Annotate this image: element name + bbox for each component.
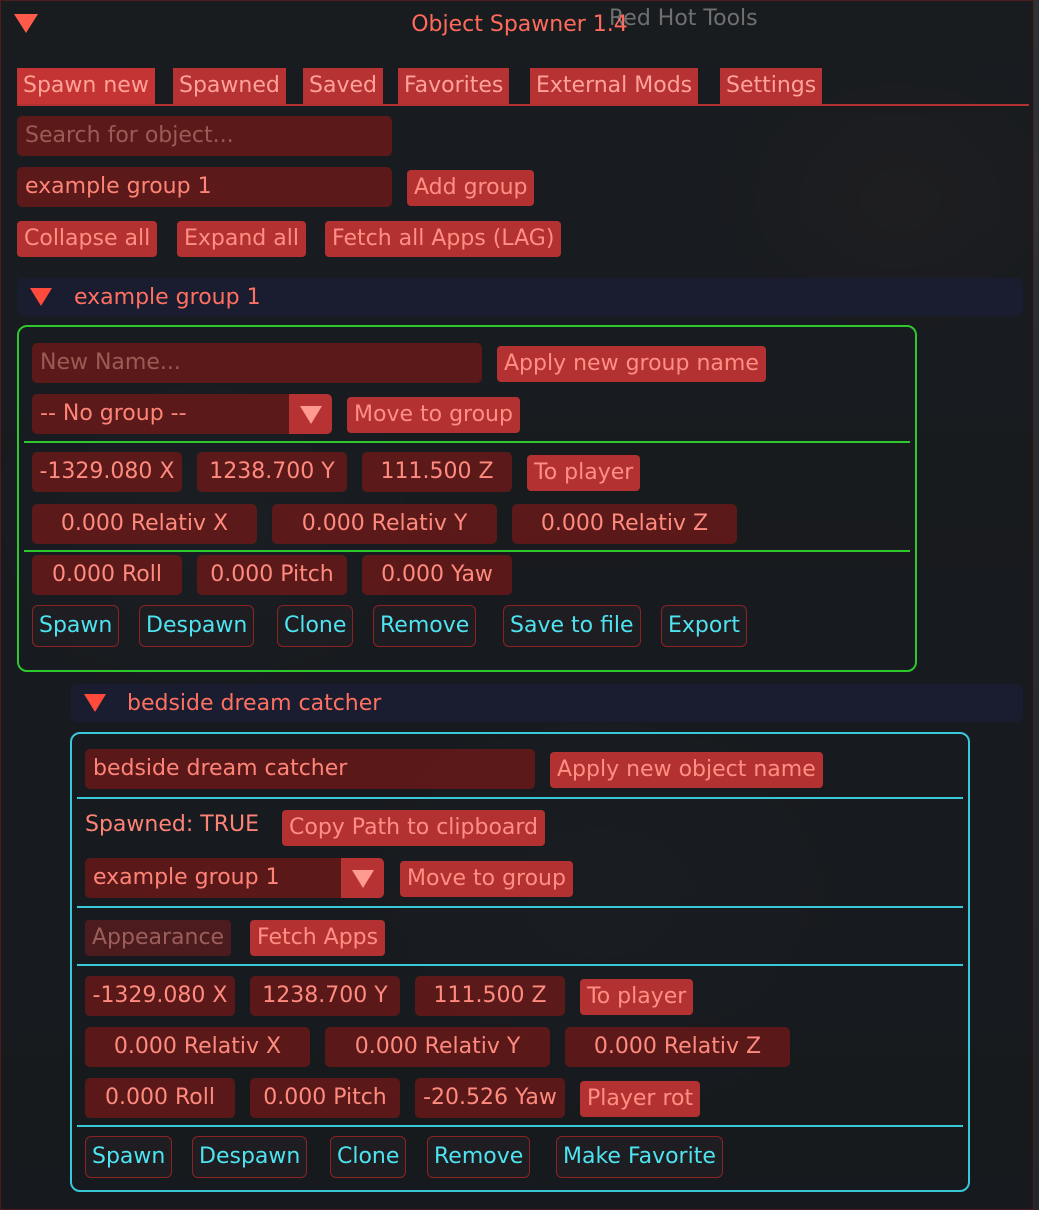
object-name-input[interactable]: bedside dream catcher (85, 749, 535, 789)
group-clone-button[interactable]: Clone (277, 605, 354, 647)
object-header-label: bedside dream catcher (127, 691, 382, 716)
divider (24, 441, 910, 443)
object-to-player-button[interactable]: To player (580, 979, 694, 1015)
fetch-apps-button[interactable]: Fetch Apps (250, 920, 386, 956)
group-collapse-icon[interactable] (30, 288, 52, 306)
group-spawn-button[interactable]: Spawn (32, 605, 120, 647)
apply-group-name-button[interactable]: Apply new group name (497, 346, 766, 382)
divider (24, 550, 910, 552)
make-favorite-button[interactable]: Make Favorite (556, 1136, 723, 1178)
chevron-down-icon (351, 870, 374, 888)
group-rel-y[interactable]: 0.000 Relativ Y (272, 504, 497, 544)
object-pos-z[interactable]: 111.500 Z (415, 976, 565, 1016)
group-pos-z[interactable]: 111.500 Z (362, 452, 512, 492)
object-roll[interactable]: 0.000 Roll (85, 1078, 235, 1118)
expand-all-button[interactable]: Expand all (177, 221, 306, 257)
tab-underline (17, 104, 1029, 106)
tab-spawn-new[interactable]: Spawn new (17, 68, 155, 104)
group-select[interactable]: -- No group -- (32, 394, 289, 434)
group-header-label: example group 1 (74, 285, 261, 310)
group-name-input[interactable]: example group 1 (17, 167, 392, 207)
spawned-status: Spawned: TRUE (85, 812, 259, 837)
group-export-button[interactable]: Export (661, 605, 748, 647)
group-remove-button[interactable]: Remove (373, 605, 477, 647)
object-rel-y[interactable]: 0.000 Relativ Y (325, 1027, 550, 1067)
divider (77, 964, 963, 966)
object-clone-button[interactable]: Clone (330, 1136, 407, 1178)
group-rel-z[interactable]: 0.000 Relativ Z (512, 504, 737, 544)
fetch-all-apps-button[interactable]: Fetch all Apps (LAG) (325, 221, 562, 257)
object-move-to-group-button[interactable]: Move to group (400, 861, 573, 897)
tab-favorites[interactable]: Favorites (398, 68, 510, 104)
object-group-select-arrow[interactable] (341, 858, 384, 898)
object-pos-y[interactable]: 1238.700 Y (250, 976, 400, 1016)
player-rot-button[interactable]: Player rot (580, 1081, 701, 1117)
collapse-all-button[interactable]: Collapse all (17, 221, 158, 257)
group-pos-x[interactable]: -1329.080 X (32, 452, 182, 492)
add-group-button[interactable]: Add group (407, 170, 535, 206)
object-panel (70, 732, 970, 1192)
object-yaw[interactable]: -20.526 Yaw (415, 1078, 565, 1118)
background-window-title: Red Hot Tools (609, 6, 758, 31)
tab-saved[interactable]: Saved (303, 68, 383, 104)
group-rel-x[interactable]: 0.000 Relativ X (32, 504, 257, 544)
search-input[interactable]: Search for object... (17, 116, 392, 156)
object-collapse-icon[interactable] (84, 694, 106, 712)
object-rel-x[interactable]: 0.000 Relativ X (85, 1027, 310, 1067)
group-new-name-input[interactable]: New Name... (32, 343, 482, 383)
object-spawn-button[interactable]: Spawn (85, 1136, 173, 1178)
object-remove-button[interactable]: Remove (427, 1136, 531, 1178)
tab-external-mods[interactable]: External Mods (530, 68, 699, 104)
group-roll[interactable]: 0.000 Roll (32, 555, 182, 595)
chevron-down-icon (299, 406, 322, 424)
appearance-select[interactable]: Appearance (85, 920, 232, 956)
group-yaw[interactable]: 0.000 Yaw (362, 555, 512, 595)
window-title: Object Spawner 1.4 (411, 12, 628, 37)
group-to-player-button[interactable]: To player (527, 455, 641, 491)
copy-path-button[interactable]: Copy Path to clipboard (282, 810, 546, 846)
group-move-to-group-button[interactable]: Move to group (347, 397, 520, 433)
group-select-arrow[interactable] (289, 394, 332, 434)
group-pos-y[interactable]: 1238.700 Y (197, 452, 347, 492)
divider (77, 1125, 963, 1127)
group-pitch[interactable]: 0.000 Pitch (197, 555, 347, 595)
tab-settings[interactable]: Settings (720, 68, 823, 104)
object-despawn-button[interactable]: Despawn (192, 1136, 308, 1178)
object-rel-z[interactable]: 0.000 Relativ Z (565, 1027, 790, 1067)
object-pos-x[interactable]: -1329.080 X (85, 976, 235, 1016)
divider (77, 797, 963, 799)
object-pitch[interactable]: 0.000 Pitch (250, 1078, 400, 1118)
group-despawn-button[interactable]: Despawn (139, 605, 255, 647)
tab-spawned[interactable]: Spawned (173, 68, 286, 104)
apply-object-name-button[interactable]: Apply new object name (550, 752, 823, 788)
object-group-select[interactable]: example group 1 (85, 858, 341, 898)
divider (77, 906, 963, 908)
group-save-to-file-button[interactable]: Save to file (503, 605, 641, 647)
